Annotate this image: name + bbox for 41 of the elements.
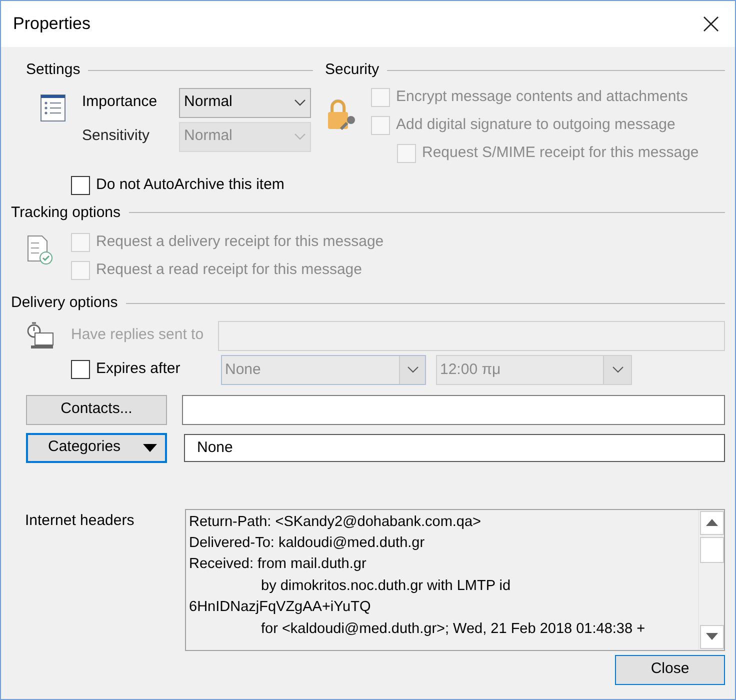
field-label: Importance <box>82 92 158 112</box>
close-icon[interactable] <box>701 14 721 34</box>
checkbox-label: Request a read receipt for this message <box>96 260 362 280</box>
input-field[interactable] <box>182 394 725 424</box>
contacts-button[interactable]: Contacts... <box>26 394 167 424</box>
section-heading: Security <box>325 60 380 80</box>
checkbox[interactable] <box>71 360 90 379</box>
list-icon <box>40 94 66 122</box>
scroll-down-icon[interactable] <box>700 624 724 648</box>
header-line: by dimokritos.noc.duth.gr with LMTP id <box>260 576 512 596</box>
section-heading: Tracking options <box>11 202 120 222</box>
chevron-down-icon <box>612 366 624 374</box>
header-line: 6HnIDNazjFqVZgAA+iYuTQ <box>189 598 372 618</box>
caret-icon <box>143 444 157 452</box>
close-button[interactable]: Close <box>615 654 725 684</box>
header-line: Delivered-To: kaldoudi@med.duth.gr <box>189 534 426 553</box>
checkbox-label: Add digital signature to outgoing message <box>396 115 676 136</box>
field-label: Sensitivity <box>82 126 151 146</box>
chevron-down-icon <box>294 98 306 106</box>
section-heading: Settings <box>26 60 80 80</box>
checkbox-label: Encrypt message contents and attachments <box>396 87 688 108</box>
field-label: Have replies sent to <box>71 325 204 346</box>
header-line: for <kaldoudi@med.duth.gr>; Wed, 21 Feb 2018 01:48:38 + <box>260 620 646 639</box>
checkbox-label: Expires after <box>96 359 180 380</box>
categories-button[interactable]: Categories <box>26 432 167 462</box>
scroll-thumb[interactable] <box>700 536 724 562</box>
scrollbar[interactable] <box>698 510 724 650</box>
section-heading: Delivery options <box>11 293 118 313</box>
checkbox-label: Do not AutoArchive this item <box>96 175 284 196</box>
chevron-down-icon <box>406 366 418 374</box>
checkbox-label: Request S/MIME receipt for this message <box>422 143 699 164</box>
categories-field: None <box>184 434 725 462</box>
window-title: Properties <box>13 13 90 36</box>
checkbox-label: Request a delivery receipt for this message <box>96 232 384 252</box>
scroll-up-icon[interactable] <box>700 510 724 534</box>
chevron-down-icon <box>294 132 306 140</box>
header-line: Return-Path: <SKandy2@dohabank.com.qa> <box>189 512 482 532</box>
checkbox[interactable] <box>71 176 90 195</box>
dropdown[interactable]: Normal <box>179 88 312 118</box>
header-line: Received: from mail.duth.gr <box>189 555 368 574</box>
field-label: Internet headers <box>25 510 136 530</box>
